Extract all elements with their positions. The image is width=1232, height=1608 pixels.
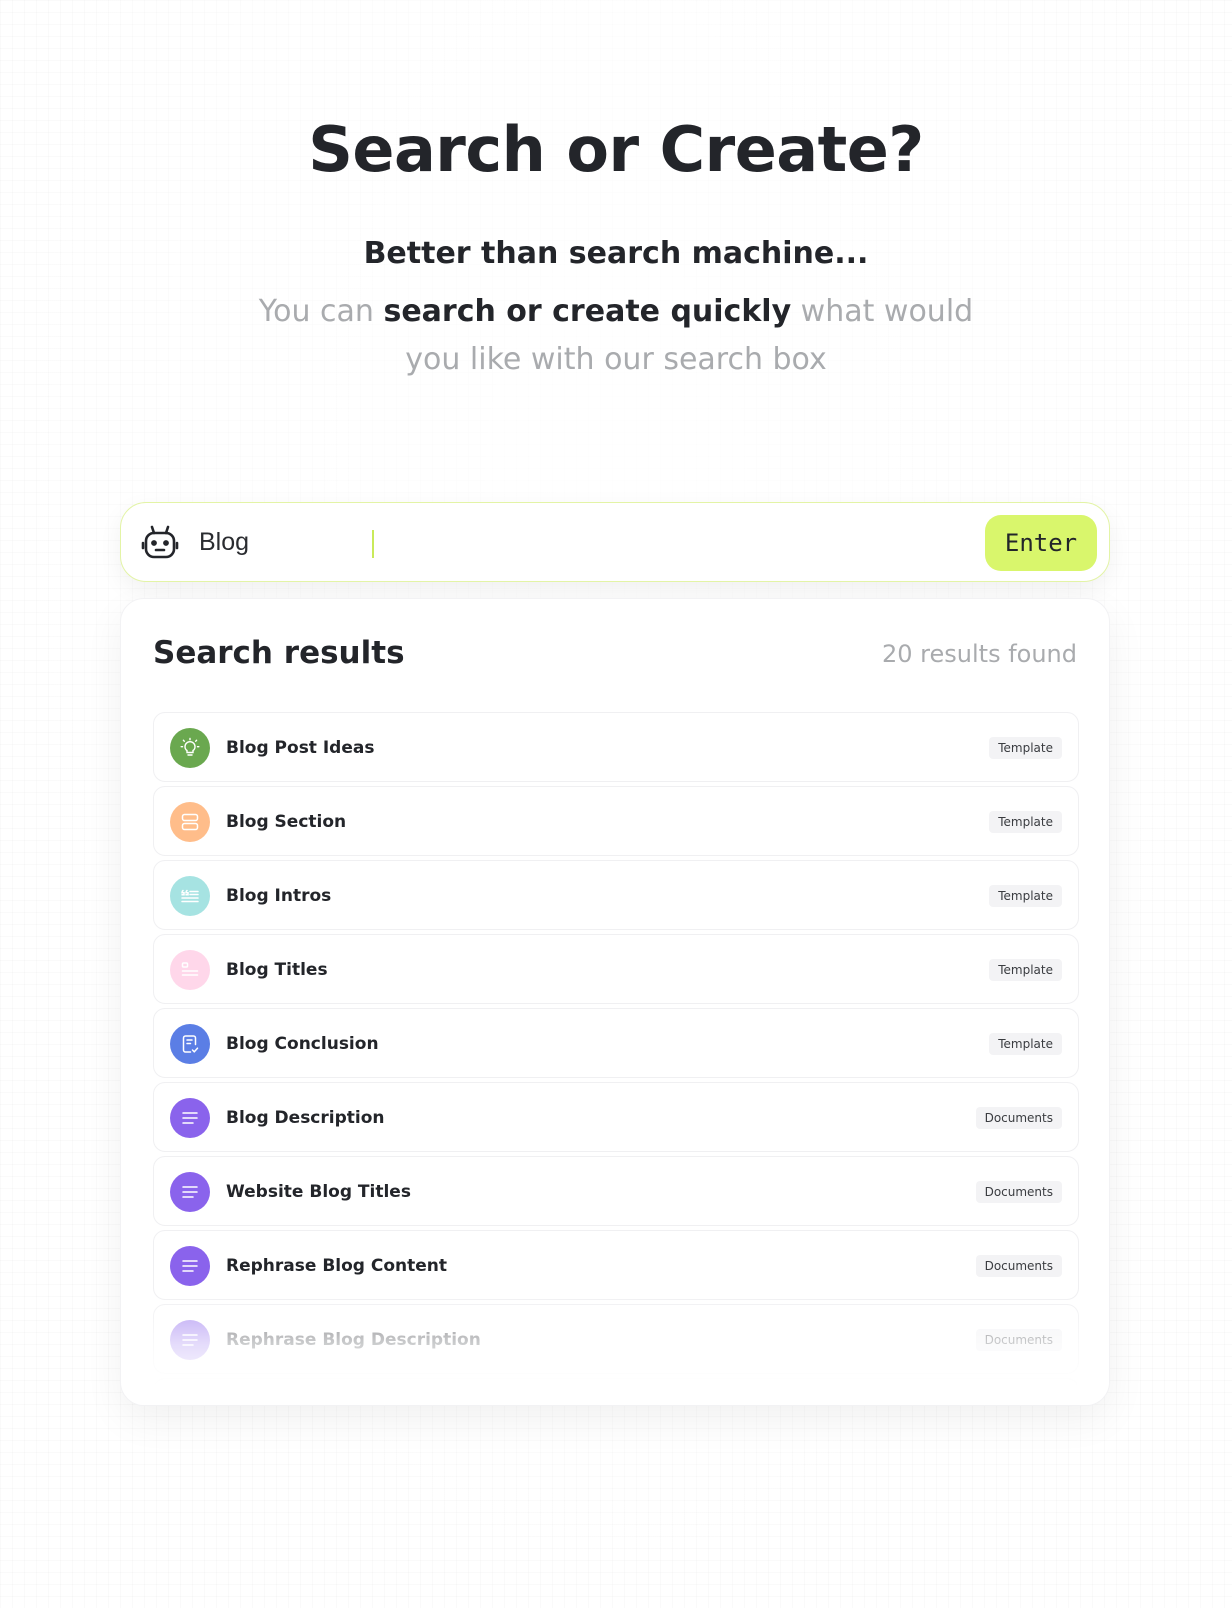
result-label: Blog Section <box>226 812 347 832</box>
search-input[interactable] <box>199 519 899 565</box>
result-row[interactable]: Rephrase Blog Description Documents <box>153 1304 1079 1374</box>
result-row[interactable]: Blog Titles Template <box>153 934 1079 1004</box>
result-row[interactable]: Website Blog Titles Documents <box>153 1156 1079 1226</box>
result-label: Website Blog Titles <box>226 1182 411 1202</box>
result-label: Blog Conclusion <box>226 1034 379 1054</box>
results-list: Blog Post Ideas Template Blog Section Te… <box>153 712 1079 1405</box>
result-row[interactable]: Blog Description Documents <box>153 1082 1079 1152</box>
result-row[interactable]: Blog Conclusion Template <box>153 1008 1079 1078</box>
result-type-badge: Documents <box>975 1107 1062 1129</box>
result-type-badge: Template <box>989 737 1062 759</box>
page-tagline: Better than search machine... <box>363 236 869 271</box>
result-row[interactable]: Blog Intros Template <box>153 860 1079 930</box>
result-row[interactable] <box>153 1378 1079 1405</box>
result-type-badge: Template <box>989 1033 1062 1055</box>
text-lines-icon <box>170 1394 210 1405</box>
result-row[interactable]: Blog Section Template <box>153 786 1079 856</box>
results-panel: Search results 20 results found Blog Pos… <box>120 598 1110 1406</box>
description-prefix: You can <box>258 294 384 329</box>
text-lines-icon <box>170 1246 210 1286</box>
text-lines-icon <box>170 1098 210 1138</box>
search-bar[interactable]: Enter <box>120 502 1110 582</box>
document-check-icon <box>170 1024 210 1064</box>
result-label: Blog Titles <box>226 960 328 980</box>
enter-button[interactable]: Enter <box>985 515 1097 571</box>
result-type-badge: Documents <box>975 1181 1062 1203</box>
result-type-badge: Template <box>989 959 1062 981</box>
result-label: Blog Post Ideas <box>226 738 375 758</box>
result-type-badge: Documents <box>975 1255 1062 1277</box>
result-label: Blog Description <box>226 1108 385 1128</box>
description-bold: search or create quickly <box>383 294 792 329</box>
text-lines-icon <box>170 1320 210 1360</box>
text-lines-icon <box>170 1172 210 1212</box>
text-caret <box>372 530 374 558</box>
result-row[interactable]: Rephrase Blog Content Documents <box>153 1230 1079 1300</box>
result-type-badge: Template <box>989 885 1062 907</box>
lightbulb-icon <box>170 728 210 768</box>
robot-icon <box>141 523 179 561</box>
results-count: 20 results found <box>882 640 1077 668</box>
results-title: Search results <box>153 635 405 671</box>
result-type-badge: Documents <box>975 1329 1062 1351</box>
title-lines-icon <box>170 950 210 990</box>
result-label: Rephrase Blog Description <box>226 1330 481 1350</box>
result-label: Rephrase Blog Content <box>226 1256 448 1276</box>
sections-icon <box>170 802 210 842</box>
result-row[interactable]: Blog Post Ideas Template <box>153 712 1079 782</box>
quote-lines-icon <box>170 876 210 916</box>
page-title: Search or Create? <box>308 113 924 186</box>
result-label: Blog Intros <box>226 886 332 906</box>
result-type-badge: Template <box>989 811 1062 833</box>
page-description: You can search or create quickly what wo… <box>230 288 1002 384</box>
